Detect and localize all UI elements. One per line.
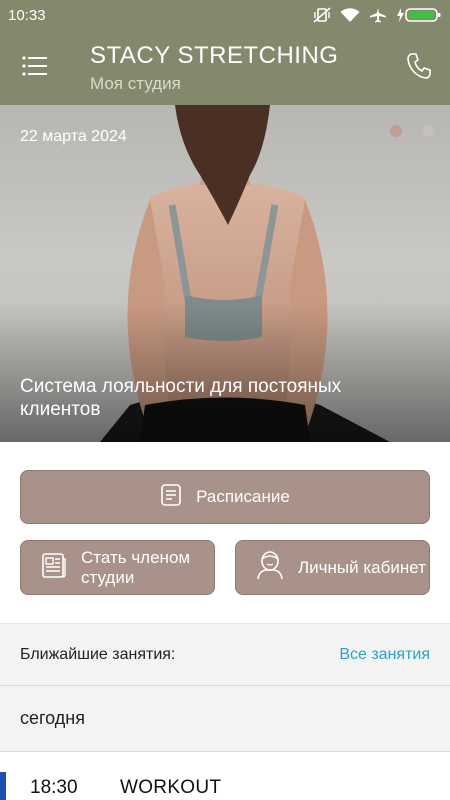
airplane-icon <box>369 7 387 24</box>
class-accent-bar <box>0 772 6 800</box>
membership-button[interactable]: Стать членом студии <box>20 540 215 595</box>
upcoming-label: Ближайшие занятия: <box>20 645 176 663</box>
status-bar: 10:33 <box>0 0 450 30</box>
status-icons <box>313 7 442 24</box>
carousel-dot[interactable] <box>422 125 434 137</box>
wifi-icon <box>340 7 360 23</box>
banner-shade <box>0 302 450 442</box>
promo-banner[interactable]: 22 марта 2024 Система лояльности для пос… <box>0 105 450 442</box>
profile-icon <box>256 550 284 585</box>
vibrate-off-icon <box>313 7 331 23</box>
app-titles: STACY STRETCHING Моя студия <box>90 41 338 96</box>
banner-date: 22 марта 2024 <box>20 128 127 145</box>
status-time: 10:33 <box>8 6 46 24</box>
app-subtitle: Моя студия <box>90 74 181 93</box>
carousel-dots <box>390 125 434 137</box>
cabinet-label: Личный кабинет <box>298 557 426 577</box>
cabinet-button[interactable]: Личный кабинет <box>235 540 430 595</box>
schedule-button[interactable]: Расписание <box>20 470 430 524</box>
membership-label: Стать членом студии <box>81 547 191 587</box>
menu-icon[interactable] <box>22 54 48 78</box>
schedule-label: Расписание <box>196 487 290 506</box>
day-header: сегодня <box>0 686 450 752</box>
day-label: сегодня <box>20 708 85 728</box>
all-classes-link[interactable]: Все занятия <box>339 646 430 664</box>
schedule-icon <box>160 483 182 512</box>
battery-charging-icon <box>396 7 442 23</box>
document-icon <box>41 551 67 584</box>
carousel-dot-active[interactable] <box>390 125 402 137</box>
class-name: WORKOUT <box>120 777 222 798</box>
app-bar: STACY STRETCHING Моя студия <box>0 30 450 105</box>
upcoming-header: Ближайшие занятия: Все занятия <box>0 623 450 686</box>
class-row[interactable]: 18:30 WORKOUT <box>0 752 450 800</box>
banner-caption: Система лояльности для постояных клиенто… <box>20 376 342 420</box>
app-title: STACY STRETCHING <box>90 42 339 69</box>
class-time: 18:30 <box>30 777 78 798</box>
phone-icon[interactable] <box>406 52 432 80</box>
